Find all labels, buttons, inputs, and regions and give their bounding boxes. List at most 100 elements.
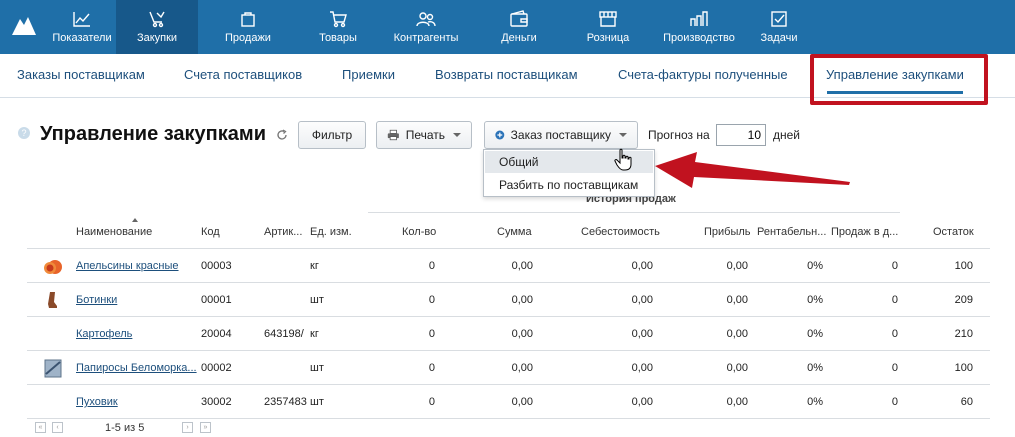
first-page-button[interactable]: « <box>35 422 46 433</box>
table-row[interactable]: Пуховик 30002 2357483 шт 0 0,00 0,00 0,0… <box>27 385 990 419</box>
cell-sum: 0,00 <box>511 396 533 408</box>
nav-label: Деньги <box>501 32 537 44</box>
pager-text: 1-5 из 5 <box>105 422 145 434</box>
col-article[interactable]: Артик... <box>264 226 302 238</box>
refresh-icon[interactable] <box>276 129 288 141</box>
tab-received-invoices[interactable]: Счета-фактуры полученные <box>618 67 788 82</box>
print-button-label: Печать <box>405 128 445 142</box>
cell-qty: 0 <box>428 260 435 272</box>
last-page-button[interactable]: » <box>200 422 211 433</box>
app-logo[interactable] <box>0 0 48 54</box>
cell-margin: 0% <box>807 362 823 374</box>
cell-qty: 0 <box>428 396 435 408</box>
cell-qty: 0 <box>428 328 435 340</box>
table-row[interactable]: Папиросы Беломорка... 00002 шт 0 0,00 0,… <box>27 351 990 385</box>
table-row[interactable]: Ботинки 00001 шт 0 0,00 0,00 0,00 0% 0 2… <box>27 283 990 317</box>
nav-label: Товары <box>319 32 357 44</box>
cell-cost: 0,00 <box>631 396 653 408</box>
boot-thumbnail <box>48 292 57 308</box>
nav-item-purchases[interactable]: Закупки <box>116 0 198 54</box>
purchase-table: Наименование Код Артик... Ед. изм. Кол-в… <box>27 215 990 419</box>
highlight-box <box>810 54 988 105</box>
chart-icon <box>71 9 93 29</box>
cell-code: 00001 <box>201 294 232 306</box>
cell-margin: 0% <box>807 328 823 340</box>
print-button[interactable]: Печать <box>376 121 472 149</box>
cell-stock: 100 <box>954 362 973 374</box>
col-qty[interactable]: Кол-во <box>402 226 436 238</box>
product-link[interactable]: Ботинки <box>76 294 117 306</box>
cell-unit: шт <box>310 362 324 374</box>
checkbox-icon <box>768 9 790 29</box>
col-code[interactable]: Код <box>201 226 220 238</box>
cell-name[interactable]: Ботинки <box>76 294 117 306</box>
col-sum[interactable]: Сумма <box>497 226 532 238</box>
tab-supplier-invoices[interactable]: Счета поставщиков <box>184 67 302 82</box>
cell-sales-per-day: 0 <box>891 328 898 340</box>
page-title: Управление закупками <box>40 123 266 145</box>
cell-name[interactable]: Апельсины красные <box>76 260 179 272</box>
table-row[interactable]: Апельсины красные 00003 кг 0 0,00 0,00 0… <box>27 249 990 283</box>
cell-unit: кг <box>310 260 319 272</box>
printer-icon <box>387 129 399 141</box>
cell-profit: 0,00 <box>726 294 748 306</box>
chevron-down-icon <box>453 133 461 137</box>
help-icon[interactable]: ? <box>18 127 30 139</box>
nav-item-indicators[interactable]: Показатели <box>48 0 116 54</box>
tab-supplier-orders[interactable]: Заказы поставщикам <box>17 67 145 82</box>
nav-label: Розница <box>586 32 630 44</box>
filter-button[interactable]: Фильтр <box>298 121 366 149</box>
col-unit[interactable]: Ед. изм. <box>310 226 352 238</box>
supplier-order-button[interactable]: Заказ поставщику <box>484 121 638 149</box>
product-link[interactable]: Пуховик <box>76 396 118 408</box>
col-stock[interactable]: Остаток <box>933 226 974 238</box>
prev-page-button[interactable]: ‹ <box>52 422 63 433</box>
next-page-button[interactable]: › <box>182 422 193 433</box>
menu-item-split-by-supplier[interactable]: Разбить по поставщикам <box>485 174 653 196</box>
cell-cost: 0,00 <box>631 328 653 340</box>
col-name[interactable]: Наименование <box>76 226 152 238</box>
cell-article: 2357483 <box>264 396 307 408</box>
cell-profit: 0,00 <box>726 260 748 272</box>
cell-cost: 0,00 <box>631 362 653 374</box>
product-link[interactable]: Папиросы Беломорка... <box>76 362 197 374</box>
plus-circle-icon <box>495 130 505 140</box>
col-profit[interactable]: Прибыль <box>704 226 751 238</box>
orange-thumbnail <box>44 260 62 274</box>
cell-name[interactable]: Папиросы Беломорка... <box>76 362 197 374</box>
cell-stock: 210 <box>954 328 973 340</box>
cell-name[interactable]: Пуховик <box>76 396 118 408</box>
col-sales-per-day[interactable]: Продаж в д... <box>831 226 898 238</box>
cell-sum: 0,00 <box>511 362 533 374</box>
cell-name[interactable]: Картофель <box>76 328 132 340</box>
cell-cost: 0,00 <box>631 294 653 306</box>
product-link[interactable]: Апельсины красные <box>76 260 179 272</box>
nav-item-goods[interactable]: Товары <box>298 0 378 54</box>
table-row[interactable]: Картофель 20004 643198/ кг 0 0,00 0,00 0… <box>27 317 990 351</box>
nav-item-retail[interactable]: Розница <box>564 0 652 54</box>
cell-unit: шт <box>310 294 324 306</box>
cell-cost: 0,00 <box>631 260 653 272</box>
nav-item-production[interactable]: Производство <box>652 0 746 54</box>
nav-label: Производство <box>663 32 735 44</box>
product-link[interactable]: Картофель <box>76 328 132 340</box>
cell-stock: 209 <box>954 294 973 306</box>
cell-profit: 0,00 <box>726 328 748 340</box>
nav-label: Показатели <box>52 32 112 44</box>
nav-item-money[interactable]: Деньги <box>474 0 564 54</box>
cell-sum: 0,00 <box>511 294 533 306</box>
tab-receipts[interactable]: Приемки <box>342 67 395 82</box>
nav-item-sales[interactable]: Продажи <box>198 0 298 54</box>
people-icon <box>415 9 437 29</box>
nav-item-counterparties[interactable]: Контрагенты <box>378 0 474 54</box>
cell-profit: 0,00 <box>726 362 748 374</box>
red-arrow-annotation <box>655 152 850 188</box>
filter-button-label: Фильтр <box>311 128 353 142</box>
cell-margin: 0% <box>807 294 823 306</box>
cell-margin: 0% <box>807 260 823 272</box>
col-cost[interactable]: Себестоимость <box>581 226 660 238</box>
nav-item-tasks[interactable]: Задачи <box>746 0 812 54</box>
cell-code: 00002 <box>201 362 232 374</box>
tab-supplier-returns[interactable]: Возвраты поставщикам <box>435 67 578 82</box>
col-margin[interactable]: Рентабельн... <box>757 226 826 238</box>
